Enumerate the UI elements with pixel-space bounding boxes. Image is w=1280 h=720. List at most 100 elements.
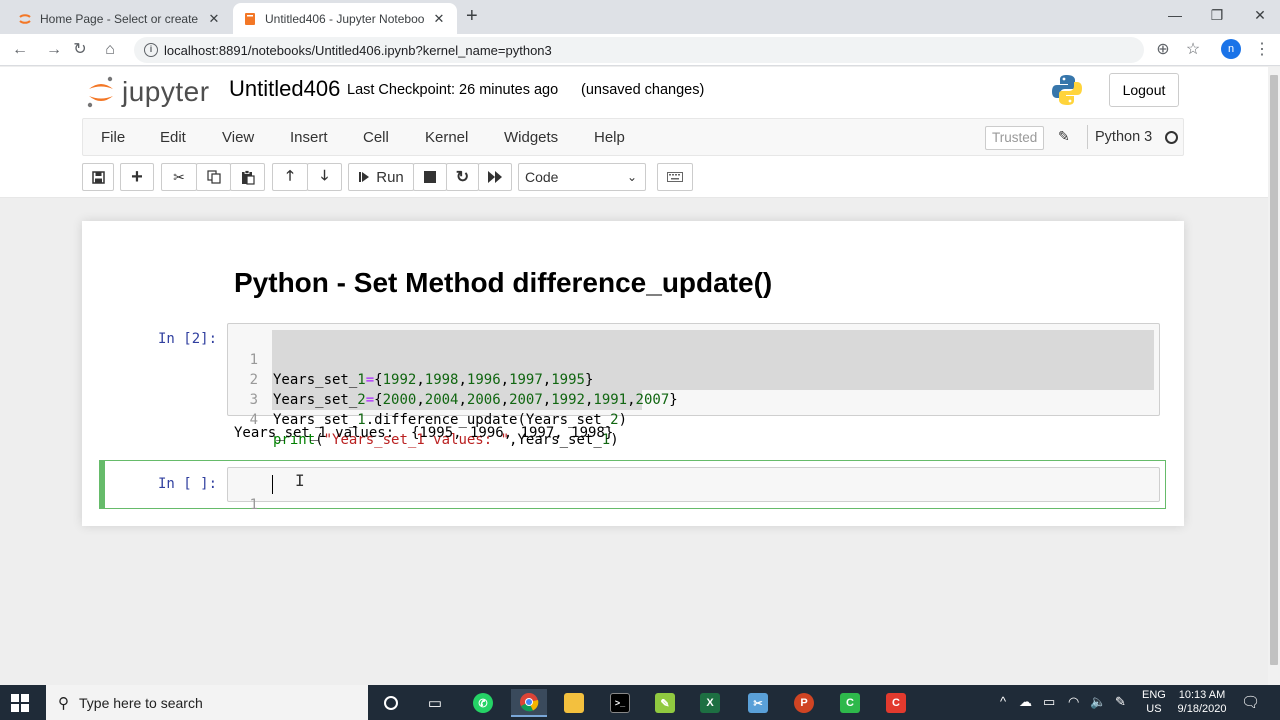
forward-icon[interactable]: → <box>43 39 65 61</box>
kernel-name: Python 3 <box>1095 129 1153 145</box>
unsaved-status: (unsaved changes) <box>581 82 705 98</box>
notifications-icon[interactable]: 🗨 <box>1241 693 1260 711</box>
address-bar[interactable]: i localhost:8891/notebooks/Untitled406.i… <box>134 37 1144 63</box>
camtasia-recorder-icon[interactable]: C <box>878 689 914 717</box>
system-clock[interactable]: 10:13 AM 9/18/2020 <box>1172 688 1232 716</box>
paste-button[interactable] <box>230 163 265 191</box>
markdown-heading[interactable]: Python - Set Method difference_update() <box>234 267 772 299</box>
pen-icon[interactable]: ✎ <box>1115 694 1126 710</box>
cell-prompt: In [2]: <box>158 331 218 347</box>
file-explorer-icon[interactable] <box>556 689 592 717</box>
jupyter-header: jupyter Untitled406 Last Checkpoint: 26 … <box>0 67 1268 198</box>
browser-tab-notebook[interactable]: Untitled406 - Jupyter Notebook ✕ <box>233 3 457 34</box>
jupyter-logo-text: jupyter <box>122 76 210 107</box>
step-forward-icon <box>359 172 370 182</box>
checkpoint-status: Last Checkpoint: 26 minutes ago <box>347 82 559 98</box>
jupyter-favicon-icon <box>19 13 31 24</box>
taskbar-search[interactable]: ⚲ Type here to search <box>46 685 368 720</box>
zoom-icon[interactable]: ⊕ <box>1152 39 1174 61</box>
python-logo-icon <box>1052 75 1082 105</box>
fast-forward-icon <box>488 171 502 183</box>
logout-button[interactable]: Logout <box>1109 73 1179 107</box>
profile-avatar[interactable]: n <box>1221 39 1241 59</box>
menu-file[interactable]: File <box>101 129 125 146</box>
tab-title: Untitled406 - Jupyter Notebook <box>265 11 425 26</box>
new-tab-button[interactable]: + <box>466 5 478 27</box>
notebook-name[interactable]: Untitled406 <box>229 76 340 102</box>
menu-help[interactable]: Help <box>594 129 625 146</box>
terminal-icon[interactable]: >_ <box>602 689 638 717</box>
restart-run-all-button[interactable] <box>478 163 512 191</box>
cut-button[interactable]: ✂ <box>161 163 197 191</box>
notebook-container: Python - Set Method difference_update() … <box>82 221 1184 526</box>
insert-cell-button[interactable]: + <box>120 163 154 191</box>
notepad-plus-icon[interactable]: ✎ <box>647 689 683 717</box>
scrollbar-thumb[interactable] <box>1270 75 1278 665</box>
command-palette-button[interactable] <box>657 163 693 191</box>
move-up-button[interactable]: 🡑 <box>272 163 308 191</box>
close-tab-icon[interactable]: ✕ <box>431 11 447 27</box>
kernel-divider <box>1087 125 1088 149</box>
trusted-indicator[interactable]: Trusted <box>985 126 1045 150</box>
back-icon[interactable]: ← <box>9 39 31 61</box>
menu-cell[interactable]: Cell <box>363 129 389 146</box>
move-down-button[interactable]: 🡓 <box>307 163 342 191</box>
whatsapp-icon[interactable]: ✆ <box>465 689 501 717</box>
chrome-logo-icon <box>520 693 539 712</box>
windows-start-icon[interactable] <box>10 693 30 713</box>
battery-icon[interactable]: ▭ <box>1043 694 1055 710</box>
site-info-icon[interactable]: i <box>144 43 158 57</box>
browser-tab-strip: Home Page - Select or create a n ✕ Untit… <box>0 0 1280 34</box>
snipping-tool-icon[interactable]: ✂ <box>740 689 776 717</box>
excel-icon[interactable]: X <box>692 689 728 717</box>
run-label: Run <box>376 168 404 186</box>
cell-type-select[interactable]: Code ⌄ <box>518 163 646 191</box>
code-cell-input[interactable]: 1 <box>227 467 1160 513</box>
mouse-ibeam-icon: I <box>295 471 305 490</box>
code-line: 4 print("Years_set_1 values: ",Years_set… <box>228 390 1159 448</box>
close-window-icon[interactable]: ✕ <box>1238 4 1280 26</box>
page-scrollbar[interactable] <box>1268 67 1280 685</box>
menu-widgets[interactable]: Widgets <box>504 129 558 146</box>
line-number: 1 <box>249 497 258 513</box>
chrome-menu-icon[interactable]: ⋮ <box>1251 39 1273 61</box>
language-indicator[interactable]: ENG US <box>1142 688 1166 716</box>
save-button[interactable] <box>82 163 114 191</box>
tray-chevron-icon[interactable]: ^ <box>1000 694 1006 709</box>
region-code: US <box>1146 703 1162 715</box>
copy-icon <box>206 170 221 184</box>
menu-insert[interactable]: Insert <box>290 129 328 146</box>
code-line: 3 Years_set_1.difference_update(Years_se… <box>228 370 1159 428</box>
reload-icon[interactable]: ↻ <box>69 39 91 61</box>
task-view-icon[interactable]: ▭ <box>417 689 453 717</box>
cortana-icon[interactable] <box>373 689 409 717</box>
interrupt-button[interactable] <box>413 163 447 191</box>
cell-output: Years_set_1 values: {1995, 1996, 1997, 1… <box>234 425 614 441</box>
camtasia-icon[interactable]: C <box>832 689 868 717</box>
chrome-icon[interactable] <box>511 689 547 717</box>
menu-view[interactable]: View <box>222 129 254 146</box>
copy-button[interactable] <box>196 163 231 191</box>
home-icon[interactable]: ⌂ <box>99 39 121 61</box>
jupyter-logo[interactable]: jupyter <box>86 75 210 109</box>
menu-kernel[interactable]: Kernel <box>425 129 468 146</box>
close-tab-icon[interactable]: ✕ <box>206 11 222 27</box>
code-cell-input[interactable]: 1 Years_set_1={1992,1998,1996,1997,1995}… <box>227 323 1160 448</box>
wifi-icon[interactable]: ◠ <box>1068 694 1079 710</box>
code-line: 2 Years_set_2={2000,2004,2006,2007,1992,… <box>228 350 1159 408</box>
powerpoint-icon[interactable]: P <box>786 689 822 717</box>
onedrive-icon[interactable]: ☁ <box>1019 694 1032 710</box>
browser-tab-home[interactable]: Home Page - Select or create a n ✕ <box>8 3 232 34</box>
minimize-icon[interactable]: — <box>1153 4 1197 26</box>
menu-edit[interactable]: Edit <box>160 129 186 146</box>
clock-time: 10:13 AM <box>1178 689 1226 701</box>
stop-icon <box>424 171 436 183</box>
clock-date: 9/18/2020 <box>1177 703 1227 715</box>
bookmark-star-icon[interactable]: ☆ <box>1182 39 1204 61</box>
restore-icon[interactable]: ❐ <box>1195 4 1239 26</box>
restart-button[interactable]: ↻ <box>446 163 479 191</box>
scissors-icon: ✂ <box>173 168 185 185</box>
volume-icon[interactable]: 🔈 <box>1090 694 1106 710</box>
edit-pencil-icon[interactable]: ✎ <box>1058 128 1070 145</box>
run-button[interactable]: Run <box>348 163 414 191</box>
